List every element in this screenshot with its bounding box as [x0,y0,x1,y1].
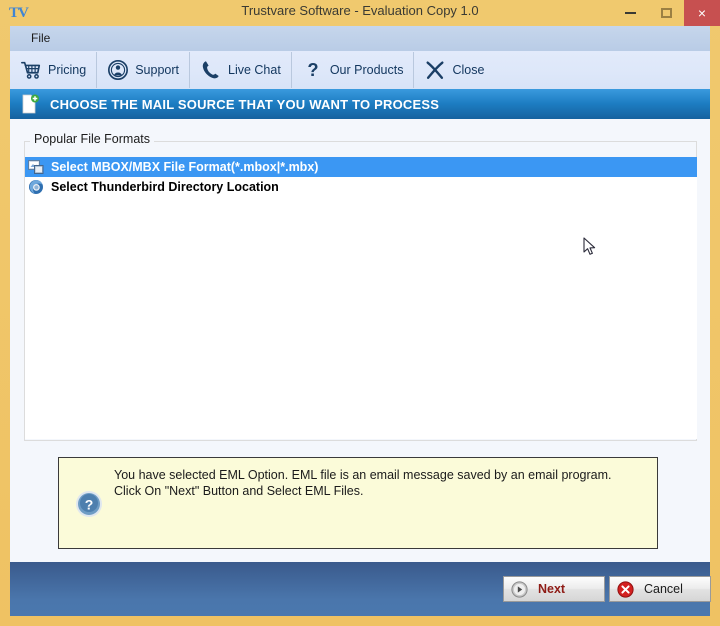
maximize-icon [660,8,672,18]
support-person-icon [107,59,129,81]
shopping-cart-icon [20,59,42,81]
banner-title: CHOOSE THE MAIL SOURCE THAT YOU WANT TO … [50,96,440,112]
thunderbird-icon [27,178,45,196]
list-item-mbox[interactable]: Select MBOX/MBX File Format(*.mbox|*.mbx… [25,157,697,177]
close-icon: × [697,5,707,21]
document-add-icon [20,94,40,114]
toolbar-label-pricing: Pricing [48,63,87,77]
phone-icon [200,59,222,81]
svg-text:?: ? [85,497,94,513]
toolbar-item-close[interactable]: Close [414,52,494,88]
toolbar-label-our-products: Our Products [329,63,404,77]
menu-bar: File [10,26,710,52]
info-panel: ? You have selected EML Option. EML file… [58,457,658,549]
question-help-icon: ? [75,490,103,518]
close-x-icon [424,59,446,81]
title-bar: TV Trustvare Software - Evaluation Copy … [0,0,720,26]
info-panel-text: You have selected EML Option. EML file i… [114,468,612,498]
groupbox-legend: Popular File Formats [30,132,155,146]
file-format-listbox[interactable]: Select MBOX/MBX File Format(*.mbox|*.mbx… [25,157,697,439]
footer-bar: Next Cancel [10,562,711,616]
svg-text:?: ? [307,59,318,80]
toolbar-item-live-chat[interactable]: Live Chat [190,52,292,88]
list-item-thunderbird-label: Select Thunderbird Directory Location [51,180,279,194]
mouse-cursor [583,237,597,257]
toolbar-item-support[interactable]: Support [97,52,190,88]
toolbar-label-support: Support [135,63,179,77]
list-item-thunderbird[interactable]: Select Thunderbird Directory Location [25,177,697,197]
cancel-button[interactable]: Cancel [609,576,711,602]
mbox-file-icon [27,158,45,176]
question-mark-icon: ? [302,59,324,81]
toolbar-item-our-products[interactable]: ? Our Products [292,52,415,88]
toolbar-label-live-chat: Live Chat [228,63,281,77]
menu-item-file[interactable]: File [26,30,55,46]
application-window: TV Trustvare Software - Evaluation Copy … [0,0,720,626]
list-item-mbox-label: Select MBOX/MBX File Format(*.mbox|*.mbx… [51,160,319,174]
toolbar-label-close: Close [452,63,485,77]
content-area: Popular File Formats Select MBOX/MBX Fil… [10,119,710,562]
maximize-button[interactable] [648,0,684,26]
minimize-button[interactable] [612,0,648,26]
play-circle-icon [511,580,528,598]
section-banner: CHOOSE THE MAIL SOURCE THAT YOU WANT TO … [10,89,710,119]
next-button-label: Next [538,582,566,596]
toolbar-item-pricing[interactable]: Pricing [10,52,98,88]
cancel-button-label: Cancel [644,582,683,596]
toolbar: Pricing Support Live Chat ? Our Products… [10,51,710,91]
minimize-icon [624,12,636,14]
close-window-button[interactable]: × [684,0,720,26]
next-button[interactable]: Next [503,576,605,602]
cancel-circle-icon [617,580,634,598]
